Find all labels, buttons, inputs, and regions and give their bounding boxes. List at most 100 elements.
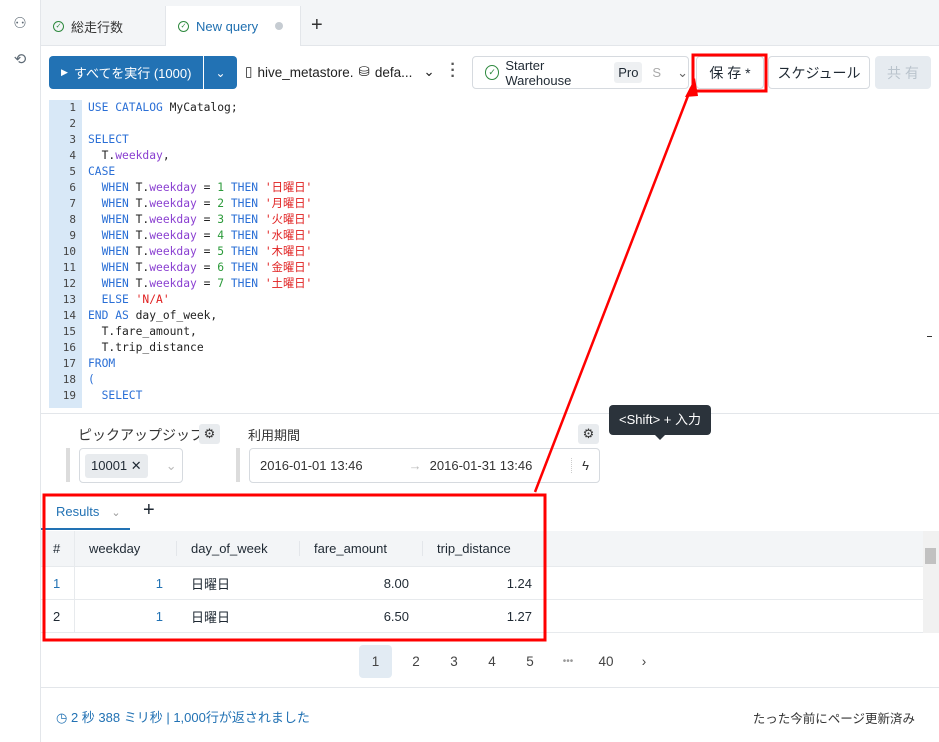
page-button[interactable]: 40	[587, 645, 625, 678]
code-line[interactable]: SELECT	[88, 132, 312, 148]
catalog-selector[interactable]: ▯ hive_metastore. ⛁ defa... ⌄	[245, 64, 435, 80]
query-tabs: ✓ 総走行数 ✓ New query +	[41, 0, 939, 46]
code-token: WHEN	[88, 181, 136, 194]
code-token: THEN	[224, 213, 265, 226]
code-token: day_of_week,	[135, 309, 218, 322]
code-token: 'N/A'	[135, 293, 170, 306]
chevron-down-icon: ⌄	[423, 64, 435, 79]
gear-icon[interactable]: ⚙	[578, 424, 599, 444]
code-token: =	[196, 229, 218, 242]
code-line[interactable]: T.weekday,	[88, 148, 312, 164]
last-updated: たった今前にページ更新済み	[752, 712, 915, 726]
check-circle-icon: ✓	[53, 20, 64, 32]
remove-chip-icon[interactable]: ✕	[131, 458, 142, 473]
code-line[interactable]: ELSE 'N/A'	[88, 292, 312, 308]
line-number: 6	[69, 181, 76, 194]
history-icon[interactable]: ⟲	[11, 50, 29, 68]
add-tab-button[interactable]: +	[311, 14, 323, 37]
code-line[interactable]: T.trip_distance	[88, 340, 312, 356]
code-line[interactable]: WHEN T.weekday = 4 THEN '水曜日'	[88, 228, 313, 244]
drag-handle[interactable]	[66, 448, 70, 482]
arrow-right-icon: →	[408, 458, 422, 473]
date-range-picker[interactable]: 2016-01-01 13:46 → 2016-01-31 13:46 ϟ	[249, 448, 600, 483]
more-options-icon[interactable]: · · ·	[450, 57, 456, 85]
code-line[interactable]: WHEN T.weekday = 7 THEN '土曜日'	[88, 276, 313, 292]
code-area[interactable]: USE CATALOG MyCatalog; SELECT T.weekday, C…	[88, 100, 312, 404]
code-token: T.	[135, 277, 150, 290]
code-token: '金曜日'	[264, 261, 313, 274]
tooltip: <Shift> + 入力	[609, 405, 711, 440]
sql-editor[interactable]: 1 2 3 4 5 6 7 8 9 10 11 12 13 14 15 16 17 18 19 USE CATALO…	[49, 100, 924, 408]
tab-label: New query	[196, 18, 259, 34]
status-bar: ◷ 2 秒 388 ミリ秒 | 1,000行が返されました たった今前にページ更…	[41, 687, 939, 742]
pickup-zip-label: ピックアップジップ	[78, 427, 204, 443]
pickup-zip-select[interactable]: 10001 ✕ ⌄	[79, 448, 183, 483]
code-token: =	[196, 277, 218, 290]
lightning-icon[interactable]: ϟ	[571, 458, 589, 473]
line-number: 9	[69, 229, 76, 242]
tab-new-query[interactable]: ✓ New query	[165, 6, 301, 46]
code-line[interactable]: WHEN T.weekday = 2 THEN '月曜日'	[88, 196, 313, 212]
cell: 日曜日	[191, 576, 231, 592]
code-token: THEN	[224, 261, 265, 274]
code-token: =	[196, 261, 218, 274]
shapes-icon[interactable]: ⚇	[11, 14, 29, 32]
pagination: 1 2 3 4 5 ••• 40 ›	[359, 645, 663, 678]
line-number: 7	[69, 197, 76, 210]
tab-total-trips[interactable]: ✓ 総走行数	[41, 6, 164, 46]
start-date[interactable]: 2016-01-01 13:46	[260, 458, 363, 473]
page-button[interactable]: 3	[435, 645, 473, 678]
warehouse-size: S	[652, 65, 662, 80]
code-token: weekday	[115, 149, 163, 162]
column-header[interactable]: fare_amount	[300, 541, 423, 556]
code-token: T.fare_amount,	[88, 325, 197, 338]
code-line[interactable]: WHEN T.weekday = 3 THEN '火曜日'	[88, 212, 313, 228]
tab-results[interactable]: Results ⌄	[41, 495, 130, 530]
column-header[interactable]: weekday	[75, 541, 177, 556]
code-line[interactable]: USE CATALOG MyCatalog;	[88, 100, 312, 116]
unsaved-dot-icon	[275, 22, 284, 30]
save-button[interactable]: 保 存 *	[696, 56, 764, 89]
code-line[interactable]: SELECT	[88, 388, 312, 404]
results-scrollbar[interactable]	[923, 531, 939, 633]
code-token: =	[196, 181, 218, 194]
page-button[interactable]: 5	[511, 645, 549, 678]
page-button[interactable]: 2	[397, 645, 435, 678]
line-number: 17	[62, 357, 76, 370]
warehouse-tier-badge: Pro	[614, 62, 643, 83]
page-button[interactable]: 1	[359, 645, 392, 678]
code-line[interactable]: END AS day_of_week,	[88, 308, 312, 324]
code-token: T.trip_distance	[88, 341, 204, 354]
gear-icon[interactable]: ⚙	[199, 424, 220, 444]
execution-status[interactable]: ◷ 2 秒 388 ミリ秒 | 1,000行が返されました	[56, 707, 310, 726]
page-button[interactable]: 4	[473, 645, 511, 678]
line-number: 13	[62, 293, 76, 306]
code-token: =	[196, 213, 218, 226]
table-row: 2 1 日曜日 6.50 1.27	[41, 600, 923, 633]
code-line[interactable]: WHEN T.weekday = 6 THEN '金曜日'	[88, 260, 313, 276]
scrollbar-thumb[interactable]	[925, 548, 936, 564]
code-line[interactable]: T.fare_amount,	[88, 324, 312, 340]
code-line[interactable]: WHEN T.weekday = 1 THEN '日曜日'	[88, 180, 313, 196]
warehouse-name: Starter Warehouse	[505, 57, 572, 88]
code-line[interactable]: (	[88, 372, 312, 388]
code-token: (	[88, 373, 95, 386]
add-result-tab-button[interactable]: +	[143, 499, 155, 522]
drag-handle[interactable]	[236, 448, 240, 482]
column-header[interactable]: trip_distance	[423, 541, 546, 556]
line-number-gutter: 1 2 3 4 5 6 7 8 9 10 11 12 13 14 15 16 17 18 19	[49, 100, 82, 408]
schedule-button[interactable]: スケジュール	[768, 56, 870, 89]
next-page-icon[interactable]: ›	[625, 645, 663, 678]
column-header[interactable]: day_of_week	[177, 541, 300, 556]
page-ellipsis[interactable]: •••	[549, 645, 587, 678]
warehouse-selector[interactable]: ✓ Starter Warehouse Pro S ⌄	[472, 56, 689, 89]
run-all-button[interactable]: ▶ すべてを実行 (1000) ⌄	[49, 56, 237, 89]
code-line[interactable]: WHEN T.weekday = 5 THEN '木曜日'	[88, 244, 313, 260]
end-date[interactable]: 2016-01-31 13:46	[430, 458, 533, 473]
code-line[interactable]: CASE	[88, 164, 312, 180]
run-options-chevron-icon[interactable]: ⌄	[204, 66, 237, 80]
code-line[interactable]	[88, 116, 312, 132]
code-line[interactable]: FROM	[88, 356, 312, 372]
share-button[interactable]: 共 有	[875, 56, 931, 89]
chevron-down-icon[interactable]: ⌄	[111, 507, 120, 519]
